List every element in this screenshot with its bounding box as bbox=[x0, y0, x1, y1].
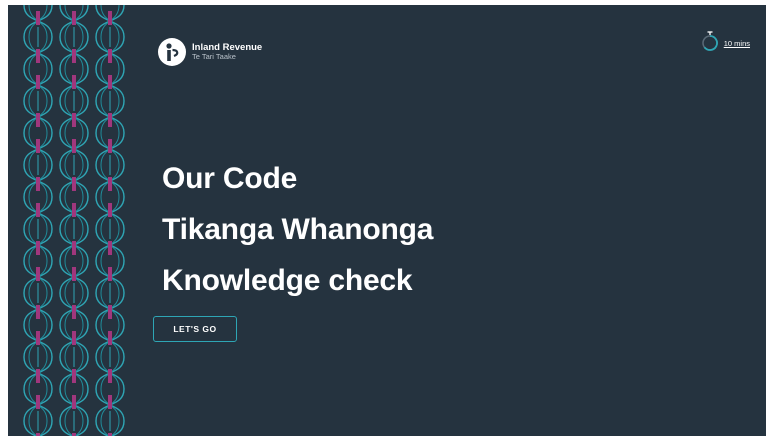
duration-indicator: 10 mins bbox=[701, 31, 750, 56]
brand-logo: Inland Revenue Te Tari Taake bbox=[158, 38, 262, 66]
brand-subname: Te Tari Taake bbox=[192, 52, 236, 62]
lets-go-button[interactable]: LET'S GO bbox=[153, 316, 237, 342]
stopwatch-icon bbox=[701, 31, 719, 56]
inland-revenue-logo-icon bbox=[158, 38, 186, 66]
page-title: Our Code Tikanga Whanonga Knowledge chec… bbox=[162, 153, 433, 306]
duration-label: 10 mins bbox=[723, 39, 750, 48]
title-line-3: Knowledge check bbox=[162, 264, 413, 297]
title-line-1: Our Code bbox=[162, 162, 298, 195]
title-line-2: Tikanga Whanonga bbox=[162, 213, 434, 246]
kowhaiwhai-pattern-icon bbox=[20, 5, 128, 436]
slide: Inland Revenue Te Tari Taake 10 mins Our… bbox=[8, 5, 766, 436]
